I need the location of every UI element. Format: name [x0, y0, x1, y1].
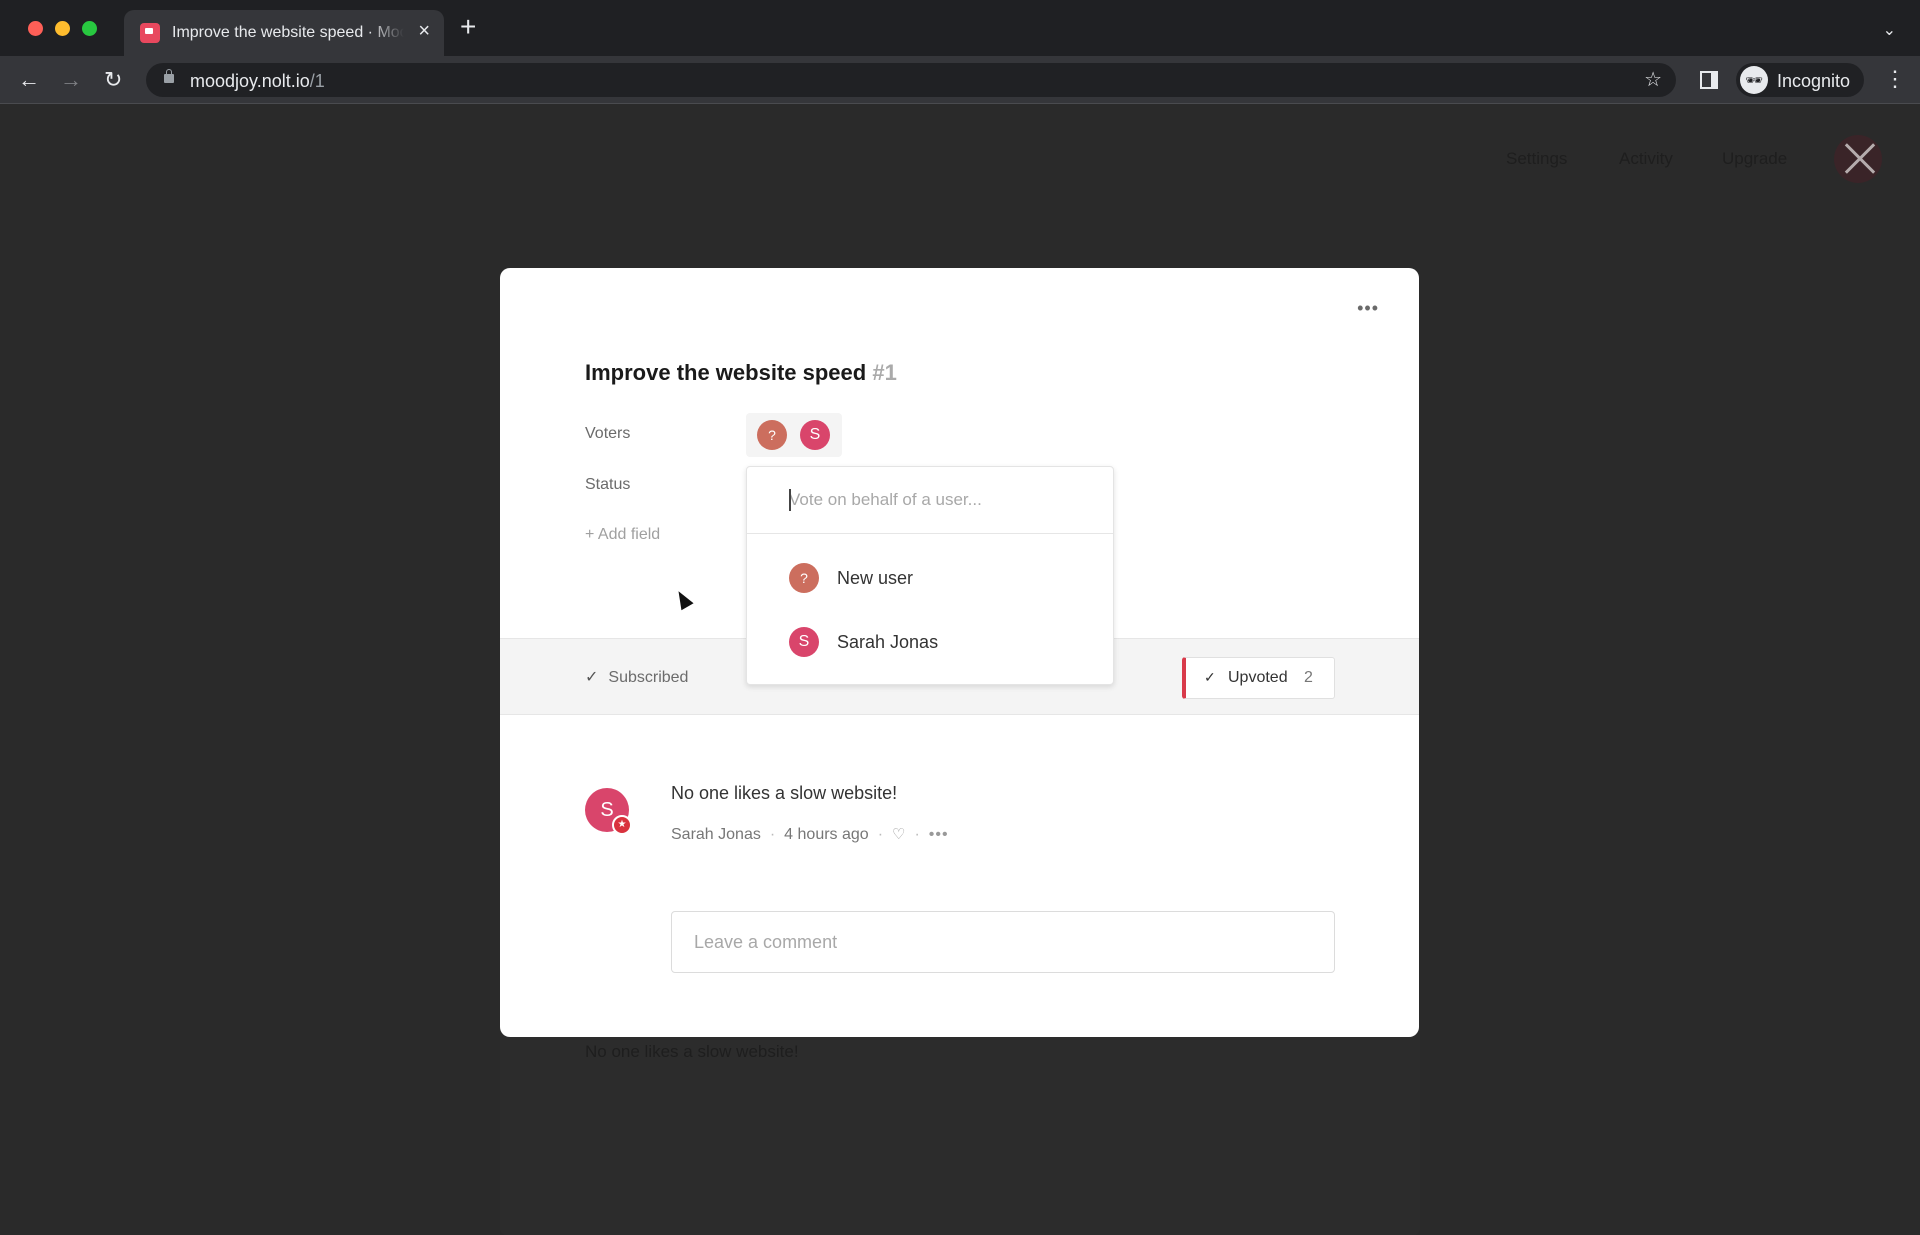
- browser-menu-icon[interactable]: ⋮: [1884, 66, 1906, 92]
- window-maximize-button[interactable]: [82, 21, 97, 36]
- comment-author[interactable]: Sarah Jonas: [671, 826, 761, 844]
- more-options-icon[interactable]: •••: [1357, 298, 1379, 319]
- user-avatar: S: [789, 627, 819, 657]
- url-host: moodjoy.nolt.io: [190, 71, 310, 91]
- dropdown-option-sarah-jonas[interactable]: S Sarah Jonas: [747, 615, 1113, 671]
- voters-selector[interactable]: ? S: [746, 413, 842, 457]
- comment-meta: Sarah Jonas · 4 hours ago · ♡ · •••: [671, 825, 949, 844]
- bookmark-star-icon[interactable]: ☆: [1644, 67, 1662, 92]
- url-path: /1: [309, 71, 325, 91]
- separator-dot: ·: [877, 826, 884, 843]
- add-field-button[interactable]: + Add field: [585, 526, 660, 544]
- voter-avatar: ?: [757, 420, 787, 450]
- tab-title: Improve the website speed · Moodjoy: [172, 24, 404, 41]
- post-number: #1: [872, 360, 897, 385]
- check-icon: ✓: [585, 669, 599, 686]
- new-tab-button[interactable]: +: [460, 13, 476, 41]
- subscribe-label: Subscribed: [608, 669, 689, 686]
- comment-time[interactable]: 4 hours ago: [784, 826, 869, 844]
- check-icon: ✓: [1204, 669, 1216, 685]
- url-text[interactable]: moodjoy.nolt.io/1: [190, 71, 325, 92]
- side-panel-icon[interactable]: [1700, 71, 1718, 89]
- voter-avatar: S: [800, 420, 830, 450]
- upvote-label: Upvoted: [1228, 669, 1288, 686]
- browser-tabstrip: Improve the website speed · Moodjoy × + …: [0, 0, 1920, 56]
- text-caret: [789, 489, 791, 511]
- lock-icon[interactable]: [164, 69, 174, 83]
- incognito-icon: 🕶: [1740, 66, 1768, 94]
- option-name: New user: [837, 568, 914, 588]
- post-title-text: Improve the website speed: [585, 360, 867, 385]
- dropdown-option-new-user[interactable]: ? New user: [747, 551, 1113, 607]
- comment-input[interactable]: [671, 911, 1335, 973]
- nav-upgrade-link: Upgrade: [1722, 149, 1788, 168]
- option-name: Sarah Jonas: [837, 632, 939, 652]
- tab-search-chevron-icon[interactable]: ⌄: [1883, 20, 1896, 40]
- forward-arrow-icon[interactable]: →: [60, 66, 82, 94]
- close-modal-icon[interactable]: [1834, 135, 1882, 183]
- separator-dot: ·: [914, 826, 920, 843]
- post-modal: ••• Improve the website speed #1 Voters …: [500, 268, 1419, 1037]
- back-arrow-icon[interactable]: ←: [18, 66, 40, 94]
- vote-on-behalf-input[interactable]: [747, 467, 1113, 534]
- user-avatar: ?: [789, 563, 819, 593]
- comment-text: No one likes a slow website!: [671, 783, 898, 803]
- subscribe-toggle[interactable]: ✓ Subscribed: [585, 667, 688, 687]
- nav-activity-link: Activity: [1619, 149, 1673, 168]
- incognito-profile-button[interactable]: 🕶 Incognito: [1736, 63, 1864, 97]
- address-bar[interactable]: moodjoy.nolt.io/1 ☆: [146, 63, 1676, 97]
- like-heart-icon[interactable]: ♡: [892, 825, 905, 843]
- post-title: Improve the website speed #1: [585, 360, 897, 386]
- profile-label: Incognito: [1777, 71, 1851, 91]
- window-minimize-button[interactable]: [55, 21, 70, 36]
- upvote-button[interactable]: ✓ Upvoted 2: [1182, 657, 1335, 699]
- nav-settings-link: Settings: [1506, 149, 1568, 168]
- admin-star-icon: ★: [612, 815, 632, 835]
- browser-toolbar: ← → ↻ moodjoy.nolt.io/1 ☆ 🕶 Incognito ⋮: [0, 56, 1920, 104]
- upvote-count: 2: [1304, 669, 1313, 686]
- window-close-button[interactable]: [28, 21, 43, 36]
- tab-close-icon[interactable]: ×: [418, 21, 430, 41]
- status-label: Status: [585, 476, 631, 493]
- browser-tab-active[interactable]: Improve the website speed · Moodjoy ×: [124, 10, 444, 56]
- background-comment-preview: No one likes a slow website!: [585, 1042, 799, 1061]
- vote-on-behalf-dropdown: ? New user S Sarah Jonas: [746, 466, 1114, 685]
- nolt-favicon-icon: [140, 23, 160, 43]
- separator-dot: ·: [769, 826, 776, 843]
- voters-label: Voters: [585, 425, 631, 442]
- reload-icon[interactable]: ↻: [104, 66, 122, 94]
- comment-more-icon[interactable]: •••: [929, 826, 949, 844]
